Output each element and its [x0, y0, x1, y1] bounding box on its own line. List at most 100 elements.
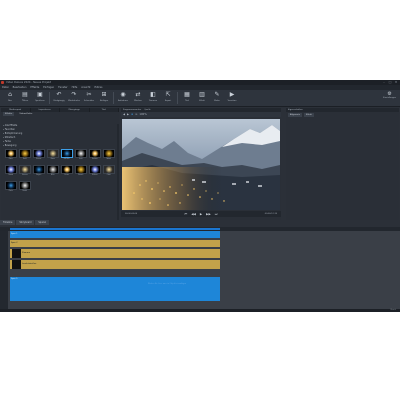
title-icon: ▦: [184, 91, 190, 98]
rewind-icon[interactable]: ◀◀: [191, 212, 196, 216]
redo-button[interactable]: ↷ Wiederholen: [67, 90, 81, 105]
timeline-clip[interactable]: Spur 2: [10, 240, 220, 247]
menu-window[interactable]: Fenster: [58, 86, 67, 89]
subtab-video-effects[interactable]: Videoeffekte: [17, 112, 34, 116]
record-button[interactable]: ◉ Aufnahme: [116, 90, 130, 105]
tab-program-monitor[interactable]: Programmmonitor: [123, 109, 141, 111]
effect-button[interactable]: ▥ Effekt: [195, 90, 209, 105]
prev-icon[interactable]: ◀: [123, 113, 125, 116]
menu-view[interactable]: Ansicht: [81, 86, 90, 89]
menu-edit[interactable]: Bearbeiten: [13, 86, 27, 89]
effect-thumbnail[interactable]: Sterne: [32, 149, 46, 164]
effect-thumbnail[interactable]: Glühen: [88, 165, 102, 180]
effect-thumbnail[interactable]: Funken: [88, 149, 102, 164]
timeline-range-marker[interactable]: [10, 228, 220, 230]
effect-thumbnail[interactable]: Rauch: [74, 165, 88, 180]
zoom-out-icon[interactable]: ⊖: [135, 113, 137, 116]
clip-label: Spur 5: [11, 278, 18, 280]
clip-label: Spur 1: [11, 233, 18, 235]
clip-thumbnail: [12, 260, 21, 269]
tab-storyboard[interactable]: Storyboard: [16, 220, 35, 225]
save-button[interactable]: ▣ Speichern: [33, 90, 47, 105]
effect-preview-image: [32, 149, 45, 158]
tab-tracks[interactable]: Spuren: [35, 220, 50, 225]
effect-label: Sterne: [36, 159, 42, 160]
timecode-duration: 00:00:12:15: [264, 213, 277, 215]
trim-icon: ◧: [150, 91, 156, 98]
zoom-level[interactable]: 100%: [139, 113, 146, 116]
tab-import[interactable]: Importieren: [31, 108, 60, 112]
zoom-in-icon[interactable]: ⊕: [131, 113, 133, 116]
open-label: Öffnen: [21, 100, 29, 102]
subtab-effects[interactable]: Effekte: [3, 112, 15, 116]
save-label: Speichern: [35, 100, 45, 102]
tab-titles[interactable]: Titel: [90, 108, 119, 112]
effect-thumbnail[interactable]: Blitz: [46, 165, 60, 180]
trim-button[interactable]: ◧ Trimmen: [146, 90, 160, 105]
settings-button[interactable]: ⚙ Einstellungen: [383, 91, 396, 99]
app-window: Video Deluxe 2024 - Neues Projekt – □ ✕ …: [0, 80, 400, 312]
effect-thumbnail[interactable]: Regen: [32, 165, 46, 180]
paste-button[interactable]: ⊞ Einfügen: [97, 90, 111, 105]
timeline-clip[interactable]: Leuchtstreifen: [10, 260, 220, 269]
title-button[interactable]: ▦ Titel: [180, 90, 194, 105]
paint-button[interactable]: ✎ Malen: [210, 90, 224, 105]
effect-label: Licht: [78, 159, 83, 160]
menu-effects[interactable]: Effekte: [30, 86, 39, 89]
effect-thumbnail[interactable]: Orbit: [102, 165, 116, 180]
timeline-clip[interactable]: Flamme: [10, 249, 220, 258]
skip-end-icon[interactable]: ⏭: [215, 212, 218, 216]
effect-thumbnail[interactable]: Kreis: [4, 181, 18, 196]
preview-button[interactable]: ▶ Vorschau: [225, 90, 239, 105]
effect-icon: ▥: [199, 91, 205, 98]
effect-thumbnail[interactable]: Nebel: [102, 149, 116, 164]
cut-button[interactable]: ✂ Schneiden: [82, 90, 96, 105]
tab-timeline[interactable]: Timeline: [0, 220, 16, 225]
effect-thumbnail[interactable]: Strahl: [18, 181, 32, 196]
effect-thumbnail[interactable]: Flare: [4, 149, 18, 164]
open-button[interactable]: ▤ Öffnen: [18, 90, 32, 105]
tab-transitions[interactable]: Übergänge: [60, 108, 90, 112]
menu-help[interactable]: Hilfe: [72, 86, 78, 89]
clip-thumbnail: [12, 249, 21, 258]
mix-button[interactable]: ⇄ Mischen: [131, 90, 145, 105]
new-button[interactable]: ⌂ Neu: [3, 90, 17, 105]
clip-label: Spur 2: [11, 242, 18, 244]
preview-toolbar: ◀ ▶ ⊕ ⊖ 100%: [121, 112, 281, 117]
skip-start-icon[interactable]: ⏮: [185, 212, 188, 216]
effect-thumbnail[interactable]: Staub: [4, 165, 18, 180]
effect-preview-image: [32, 165, 45, 174]
next-icon[interactable]: ▶: [127, 113, 129, 116]
undo-button[interactable]: ↶ Rückgängig: [52, 90, 66, 105]
preview-label: Vorschau: [227, 100, 237, 102]
trim-label: Trimmen: [148, 100, 158, 102]
paint-icon: ✎: [214, 91, 220, 98]
tab-general[interactable]: Allgemein: [288, 112, 302, 117]
effect-thumbnail[interactable]: Feuer: [60, 165, 74, 180]
redo-label: Wiederholen: [68, 100, 80, 102]
menu-extras[interactable]: Extras: [94, 86, 102, 89]
timeline-clip[interactable]: Spur 5: [10, 277, 220, 301]
timeline-clip[interactable]: Spur 1: [10, 231, 220, 238]
effect-thumbnail[interactable]: Licht: [74, 149, 88, 164]
effect-label: Rauch: [78, 175, 84, 176]
effect-label: Feuer: [64, 175, 69, 176]
new-icon: ⌂: [8, 91, 12, 98]
tab-effect[interactable]: Effekt: [303, 112, 314, 117]
effect-preview-image: [88, 149, 101, 158]
effect-thumbnail[interactable]: Gold: [18, 149, 32, 164]
menu-file[interactable]: Datei: [2, 86, 9, 89]
tree-item[interactable]: Bewegung: [3, 144, 117, 148]
effect-thumbnail[interactable]: Partikel: [60, 149, 74, 164]
menu-insert[interactable]: Einfügen: [43, 86, 54, 89]
mix-label: Mischen: [134, 100, 142, 102]
effect-preview-image: [4, 181, 17, 190]
status-text: Bereit: [390, 309, 396, 311]
export-button[interactable]: ⇱ Export: [161, 90, 175, 105]
paste-icon: ⊞: [101, 91, 107, 98]
fast-forward-icon[interactable]: ▶▶: [206, 212, 211, 216]
tab-source[interactable]: Quelle: [144, 109, 150, 111]
effect-thumbnail[interactable]: Glanz: [46, 149, 60, 164]
effect-thumbnail[interactable]: Schnee: [18, 165, 32, 180]
play-icon[interactable]: ▶: [200, 212, 202, 216]
